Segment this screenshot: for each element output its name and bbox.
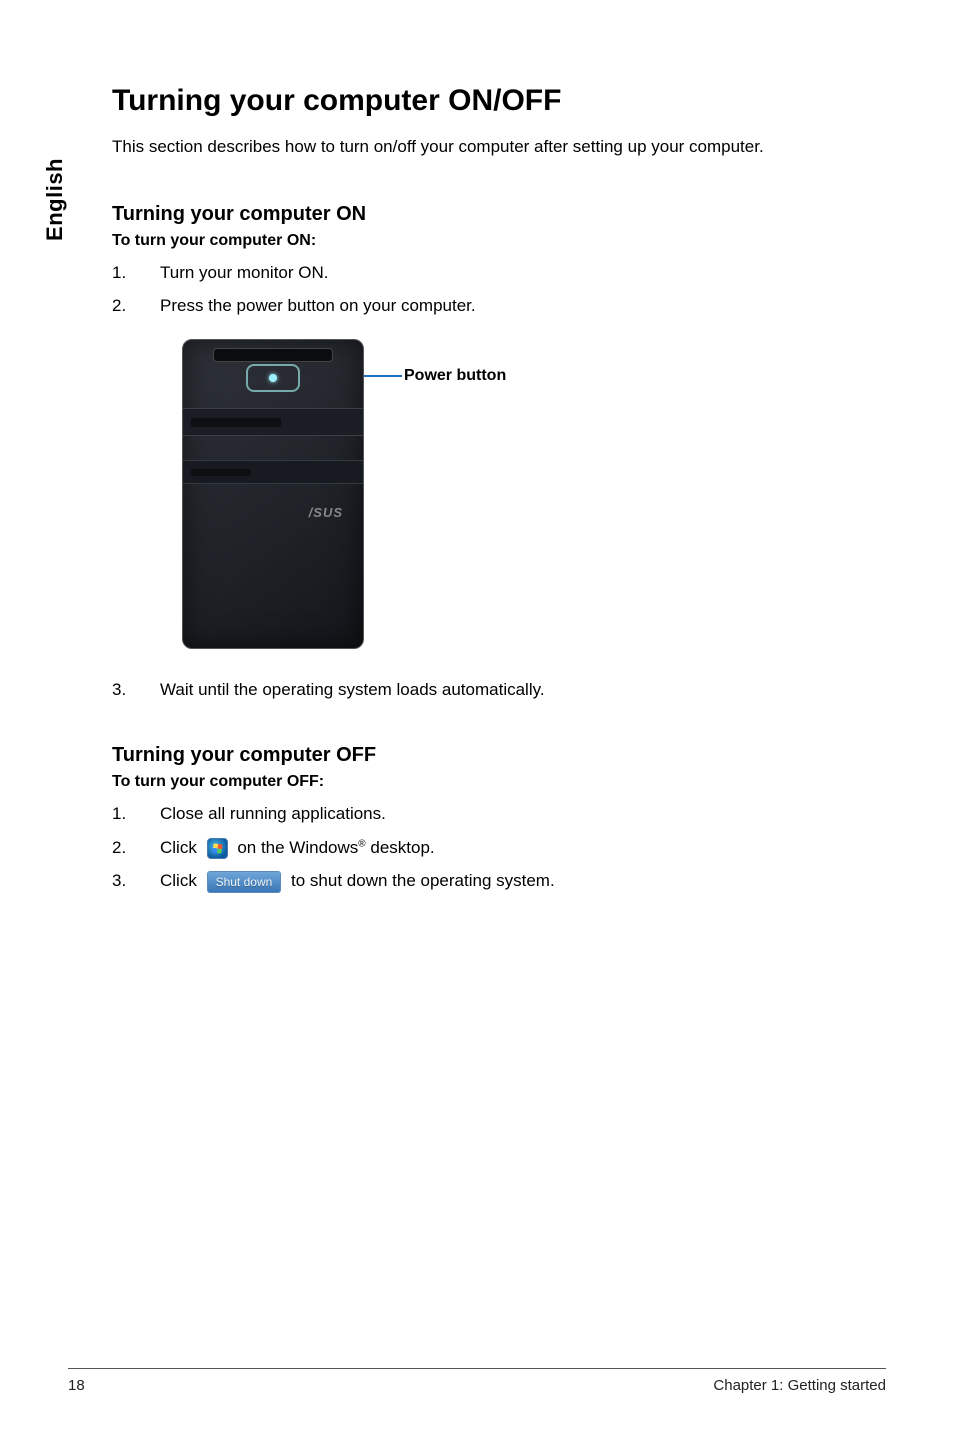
text-fragment: on the Windows <box>237 838 358 857</box>
step-text: Wait until the operating system loads au… <box>160 677 545 703</box>
brand-logo: /SUS <box>309 505 343 520</box>
step-number: 2. <box>112 835 160 861</box>
page-title: Turning your computer ON/OFF <box>112 84 886 118</box>
off-step-1: 1. Close all running applications. <box>112 801 886 827</box>
front-panel-band <box>183 460 363 484</box>
subheading-off: To turn your computer OFF: <box>112 773 886 791</box>
subheading-on: To turn your computer ON: <box>112 232 886 250</box>
on-step-2: 2. Press the power button on your comput… <box>112 293 886 319</box>
page-number: 18 <box>68 1377 85 1394</box>
on-step-1: 1. Turn your monitor ON. <box>112 260 886 286</box>
callout-leader-line <box>364 375 402 377</box>
chapter-label: Chapter 1: Getting started <box>713 1377 886 1394</box>
registered-symbol: ® <box>358 838 365 849</box>
text-fragment: desktop. <box>366 838 435 857</box>
on-step-3: 3. Wait until the operating system loads… <box>112 677 886 703</box>
step-text: Close all running applications. <box>160 801 386 827</box>
text-fragment: Click <box>160 871 197 890</box>
text-fragment: Click <box>160 838 197 857</box>
text-fragment: to shut down the operating system. <box>291 871 555 890</box>
step-text: Press the power button on your computer. <box>160 293 476 319</box>
step-text: Click on the Windows® desktop. <box>160 835 435 861</box>
computer-tower-figure: /SUS Power button <box>182 339 886 649</box>
step-text: Turn your monitor ON. <box>160 260 328 286</box>
shutdown-button-icon: Shut down <box>207 871 282 893</box>
step-number: 2. <box>112 293 160 319</box>
step-number: 1. <box>112 260 160 286</box>
section-heading-off: Turning your computer OFF <box>112 744 886 767</box>
power-button-icon <box>246 364 300 392</box>
off-step-2: 2. Click on the Windows® desktop. <box>112 835 886 861</box>
front-panel-band <box>183 408 363 436</box>
step-number: 1. <box>112 801 160 827</box>
computer-tower-illustration: /SUS <box>182 339 364 649</box>
optical-drive-slot <box>213 348 333 362</box>
intro-paragraph: This section describes how to turn on/of… <box>112 136 886 159</box>
off-step-3: 3. Click Shut down to shut down the oper… <box>112 868 886 894</box>
step-text: Click Shut down to shut down the operati… <box>160 868 555 894</box>
step-number: 3. <box>112 868 160 894</box>
page-footer: 18 Chapter 1: Getting started <box>68 1368 886 1394</box>
section-heading-on: Turning your computer ON <box>112 203 886 226</box>
step-number: 3. <box>112 677 160 703</box>
windows-start-orb-icon <box>207 838 228 859</box>
language-tab: English <box>42 158 68 241</box>
power-button-callout: Power button <box>404 367 506 385</box>
